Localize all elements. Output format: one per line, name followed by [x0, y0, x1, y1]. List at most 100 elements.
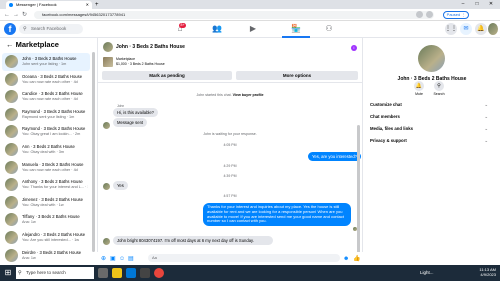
- conversation-preview: You: Thanks for your interest and L... ·…: [22, 185, 88, 190]
- friends-icon[interactable]: 👥: [212, 24, 222, 34]
- chevron-down-icon: ⌄: [484, 102, 488, 107]
- plus-icon[interactable]: ⊕: [101, 256, 106, 262]
- new-tab-button[interactable]: +: [95, 1, 99, 9]
- conversation-item[interactable]: Tiffany · 3 Beds 2 Baths House Ana: 1w: [2, 211, 90, 229]
- chrome-icon[interactable]: [154, 268, 164, 278]
- conversation-preview: Raymond sent your listing · 1m: [22, 114, 75, 119]
- watch-icon[interactable]: ▶: [248, 24, 258, 34]
- outgoing-message: Yes, are you interested?: [308, 152, 362, 162]
- incoming-message: Message sent: [113, 118, 148, 128]
- conversation-item[interactable]: Candice · 3 Beds 2 Baths House You can no…: [2, 88, 90, 106]
- privacy-support-section[interactable]: Privacy & support ⌄: [370, 138, 488, 143]
- menu-grid-icon[interactable]: ⋮⋮: [445, 23, 457, 35]
- clock[interactable]: 11:13 AM 4/9/2023: [470, 267, 496, 277]
- conversation-info-panel: [364, 38, 500, 265]
- conversation-name: Manuela · 3 Beds 2 Baths House: [22, 161, 84, 167]
- groups-icon[interactable]: ⚇: [324, 24, 334, 34]
- sender-avatar: [103, 183, 110, 190]
- conversation-avatar: [5, 195, 18, 209]
- chat-scrollbar[interactable]: [357, 125, 360, 260]
- chat-members-section[interactable]: Chat members ⌄: [370, 114, 488, 119]
- listing-info: Marketplace $1,000 · 3 Beds 2 Baths Hous…: [116, 57, 165, 66]
- facebook-logo[interactable]: f: [4, 23, 16, 35]
- extension-icon[interactable]: [426, 11, 433, 18]
- conversation-name: Ann · 3 Beds 2 Baths House: [22, 144, 75, 149]
- search-icon: ⚲: [23, 26, 27, 32]
- sidebar-scrollbar[interactable]: [92, 52, 95, 252]
- marketplace-icon[interactable]: 🏪: [291, 24, 301, 34]
- back-arrow-icon[interactable]: ←: [6, 40, 14, 49]
- conversation-item[interactable]: Deirdre · 3 Beds 2 Baths House Ana: 1w: [2, 247, 90, 265]
- gif-icon[interactable]: ▤: [128, 256, 134, 262]
- account-avatar[interactable]: [488, 23, 498, 35]
- profile-paused-button[interactable]: Paused ⋮: [443, 11, 469, 19]
- extension-icon[interactable]: [416, 11, 423, 18]
- conversation-item[interactable]: Alejandro · 3 Beds 2 Baths House You: Are…: [2, 229, 90, 247]
- timestamp: 4:39 PM: [223, 174, 237, 178]
- conversation-item[interactable]: Manuela · 3 Beds 2 Baths House You can no…: [2, 159, 90, 177]
- mute-label: Mute: [415, 92, 423, 96]
- close-window-icon[interactable]: ✕: [484, 0, 498, 9]
- reload-icon[interactable]: ↻: [22, 11, 27, 19]
- media-files-links-section[interactable]: Media, files and links ⌄: [370, 126, 488, 131]
- facebook-search-input[interactable]: ⚲ Search Facebook: [19, 24, 83, 34]
- conversation-preview: You: Are you still interested... · 1w: [22, 238, 80, 242]
- contact-name: John · 3 Beds 2 Baths House: [397, 76, 467, 82]
- conversation-item[interactable]: Raymond · 3 Beds 2 Baths House Raymond se…: [2, 106, 90, 124]
- back-icon[interactable]: ←: [4, 11, 10, 19]
- file-explorer-icon[interactable]: [112, 268, 122, 278]
- minimize-icon[interactable]: –: [456, 0, 470, 9]
- chevron-down-icon: ⌄: [484, 126, 488, 131]
- mute-bell-icon[interactable]: 🔔: [414, 81, 424, 91]
- edge-icon[interactable]: [126, 268, 136, 278]
- forward-icon[interactable]: →: [13, 11, 19, 19]
- conversation-name: Alejandro · 3 Beds 2 Baths House: [22, 232, 86, 237]
- conversation-item[interactable]: Anthony · 3 Beds 2 Baths House You: Thank…: [2, 176, 90, 194]
- messenger-icon[interactable]: ✉: [460, 23, 472, 35]
- customize-chat-section[interactable]: Customize chat ⌄: [370, 102, 488, 107]
- search-icon[interactable]: ⚲: [434, 81, 444, 91]
- conversation-name: Anthony · 3 Beds 2 Baths House: [22, 179, 83, 185]
- conversation-avatar: [5, 72, 18, 86]
- chat-title[interactable]: John · 3 Beds 2 Baths House: [116, 44, 185, 50]
- timestamp: 4:29 PM: [223, 164, 237, 168]
- conversation-preview: You can now rate each other · 4d: [22, 167, 78, 172]
- conversation-avatar: [5, 107, 18, 121]
- chat-avatar[interactable]: [103, 42, 113, 52]
- view-buyer-profile-link[interactable]: View buyer profile: [233, 93, 264, 97]
- listing-price: $1,000 · 3 Beds 2 Baths House: [116, 61, 165, 66]
- conversation-avatar: [5, 178, 18, 192]
- conversation-item[interactable]: Ann · 3 Beds 2 Baths House You: Okay deal…: [2, 141, 90, 159]
- mark-pending-button[interactable]: Mark as pending: [102, 71, 232, 80]
- weather-widget[interactable]: Light...: [420, 270, 434, 276]
- close-tab-icon[interactable]: ✕: [86, 1, 89, 9]
- sidebar-title: ← Marketplace: [6, 40, 59, 49]
- info-icon[interactable]: i: [351, 45, 357, 51]
- conversation-preview: You: Okay deal with · 1w: [22, 202, 64, 207]
- maximize-icon[interactable]: □: [470, 0, 484, 9]
- store-icon[interactable]: [140, 268, 150, 278]
- url-field[interactable]: facebook.com/messages/t/9456320173778941: [34, 11, 434, 19]
- conversation-avatar: [5, 213, 18, 227]
- chat-started-notice: John started this chat. View buyer profi…: [196, 93, 264, 97]
- conversation-avatar: [5, 231, 18, 244]
- listing-thumbnail[interactable]: [103, 57, 113, 67]
- contact-avatar[interactable]: [418, 45, 445, 72]
- conversation-item[interactable]: John · 3 Beds 2 Baths House John sent you…: [2, 53, 90, 71]
- conversation-item[interactable]: Oceana · 3 Beds 2 Baths House You can now…: [2, 71, 90, 89]
- conversation-item[interactable]: Raymond · 3 Beds 2 Baths House You: Okay …: [2, 123, 90, 141]
- message-input[interactable]: Aa: [148, 254, 340, 262]
- sticker-icon[interactable]: ☺: [119, 256, 125, 262]
- notifications-bell-icon[interactable]: 🔔: [475, 23, 487, 35]
- more-options-button[interactable]: More options: [236, 71, 358, 80]
- taskbar-search-input[interactable]: ⚲ Type here to search: [16, 267, 94, 279]
- outgoing-message: Thanks for your interest and inquiries a…: [203, 203, 351, 227]
- browser-tab[interactable]: Messenger | Facebook ✕: [6, 1, 92, 9]
- image-icon[interactable]: ▣: [110, 256, 116, 262]
- windows-start-icon[interactable]: ⊞: [3, 268, 13, 278]
- emoji-icon[interactable]: ☻: [343, 256, 349, 262]
- like-icon[interactable]: 👍: [353, 256, 360, 262]
- conversation-item[interactable]: Jimenez · 3 Beds 2 Baths House You: Okay …: [2, 194, 90, 212]
- task-view-icon[interactable]: [98, 268, 108, 278]
- conversation-avatar: [5, 143, 18, 156]
